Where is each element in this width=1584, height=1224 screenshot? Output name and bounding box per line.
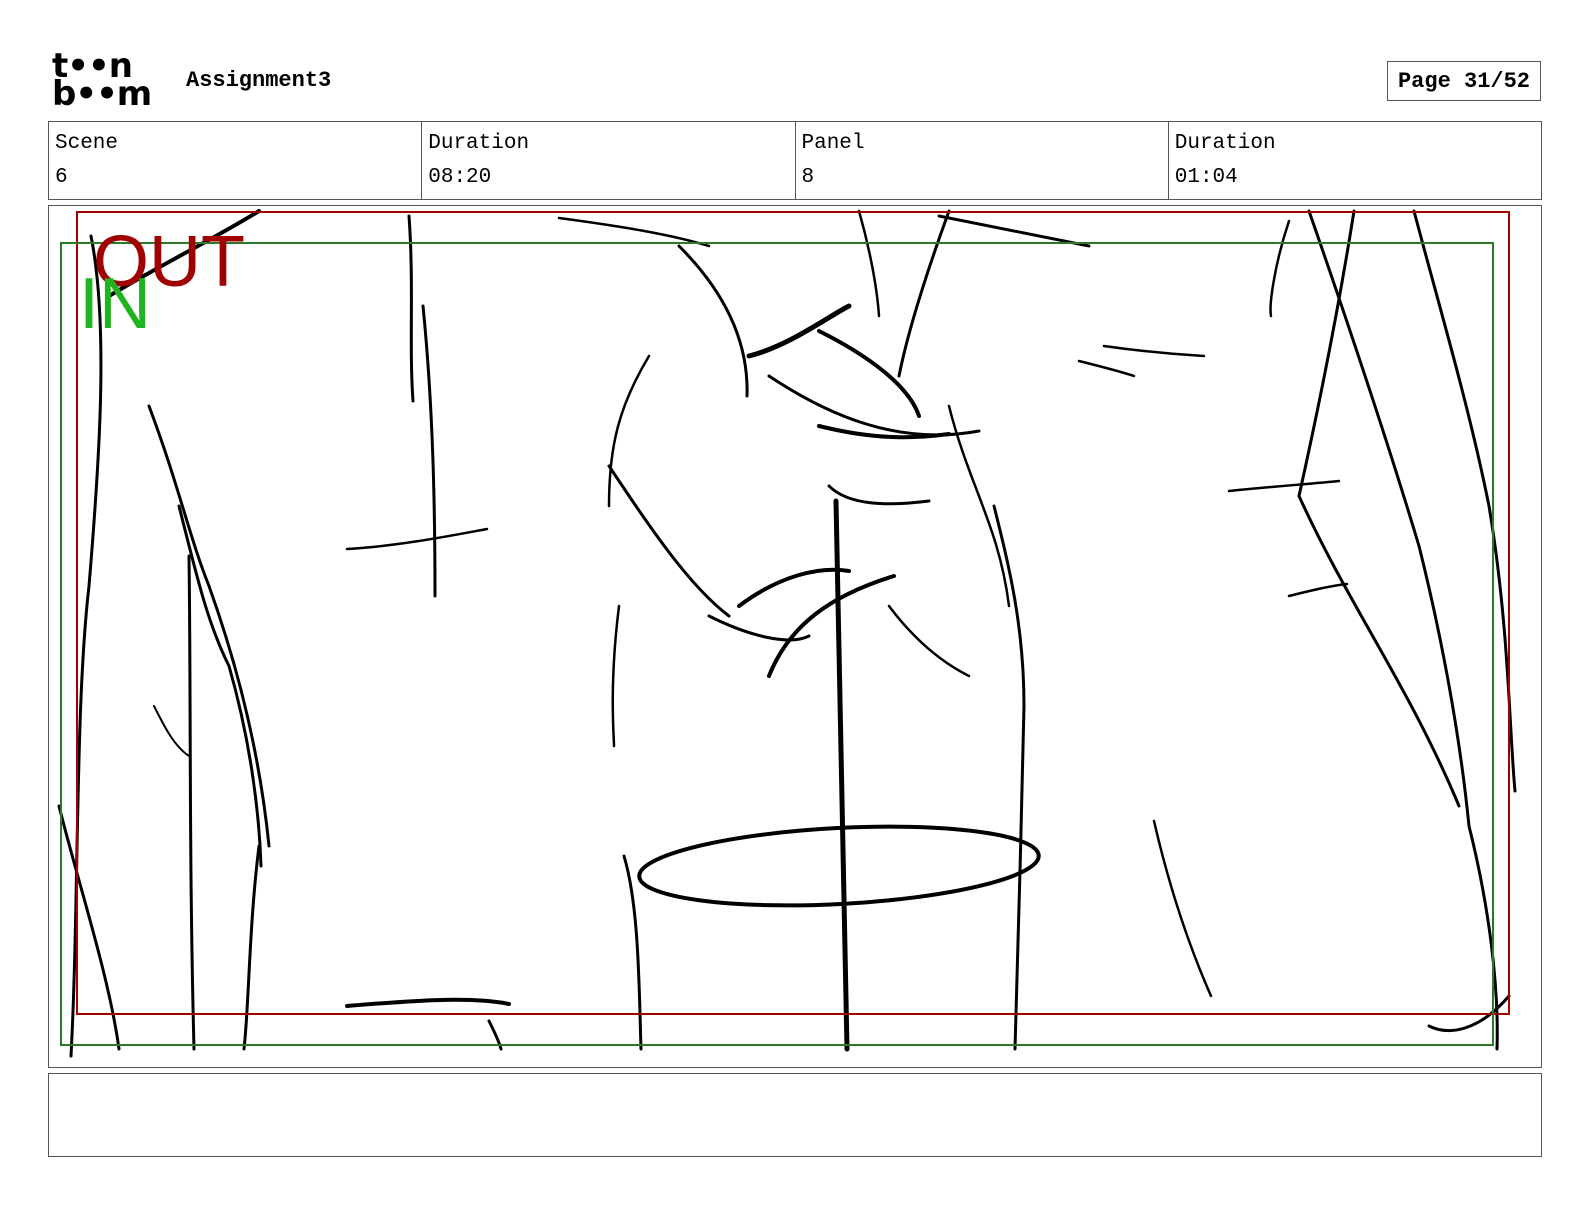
scene-label: Scene: [55, 132, 119, 155]
sketch-line: [147, 404, 271, 848]
sketch-line: [622, 854, 643, 1051]
in-safe-frame: [60, 242, 1494, 1046]
in-label: IN: [79, 264, 151, 344]
panel-duration-value: 01:04: [1174, 166, 1238, 189]
sketch-line: [607, 354, 651, 508]
sketch-line: [1077, 359, 1136, 378]
panel-value: 8: [801, 166, 815, 189]
storyboard-frame: OUT IN: [48, 205, 1542, 1068]
sketch-line: [1297, 494, 1461, 808]
panel-label: Panel: [801, 132, 865, 155]
sketch-line: [827, 484, 931, 506]
sketch-line: [1287, 582, 1349, 598]
sketch-line: [345, 997, 511, 1008]
sketch-line: [887, 604, 971, 678]
sketch-line: [1412, 209, 1517, 793]
toonboom-logo: t••n b••m: [52, 49, 164, 114]
sketch-line: [57, 804, 121, 1051]
logo-line-2: b••m: [52, 74, 152, 114]
scene-cell: Scene 6: [49, 122, 423, 199]
sketch-line: [187, 554, 196, 1051]
sketch-line: [767, 574, 896, 678]
sketch-line: [557, 216, 711, 248]
sketch-line: [992, 504, 1026, 1051]
project-title: Assignment3: [186, 68, 332, 93]
sketch-line: [421, 304, 437, 598]
sketch-line: [153, 705, 190, 757]
storyboard-sketch: [57, 209, 1517, 1058]
panel-duration-cell: Duration 01:04: [1169, 122, 1541, 199]
panel-duration-label: Duration: [1174, 132, 1276, 155]
sketch-line: [746, 303, 852, 359]
page-number: Page 31/52: [1387, 61, 1541, 101]
scene-value: 6: [55, 166, 68, 189]
sketch-line: [1227, 479, 1341, 493]
sketch-line: [242, 844, 261, 1051]
sketch-line: [1297, 209, 1356, 498]
sketch-line: [677, 244, 749, 398]
belt-ellipse: [637, 824, 1041, 908]
scene-duration-label: Duration: [428, 132, 530, 155]
sketch-line: [69, 234, 103, 1058]
sketch-line: [833, 498, 850, 1052]
sketch-line: [1102, 344, 1206, 358]
sketch-line: [817, 329, 921, 418]
panel-notes-box: [48, 1073, 1542, 1157]
sketch-line: [947, 404, 1011, 608]
scene-duration-cell: Duration 08:20: [422, 122, 796, 199]
panel-info-table: Scene 6 Duration 08:20 Panel 8 Duration …: [48, 121, 1542, 200]
sketch-line: [607, 464, 731, 618]
sketch-line: [345, 527, 489, 551]
sketch-line: [937, 214, 1091, 248]
panel-cell: Panel 8: [796, 122, 1169, 199]
sketch-line: [897, 209, 951, 378]
sketch-line: [1269, 219, 1291, 318]
sketch-line: [1152, 819, 1213, 998]
sketch-line: [857, 209, 881, 318]
sketch-line: [767, 374, 981, 437]
sketch-line: [1307, 209, 1499, 1051]
out-safe-frame: [76, 211, 1510, 1015]
scene-duration-value: 08:20: [428, 166, 492, 189]
sketch-line: [611, 604, 621, 748]
